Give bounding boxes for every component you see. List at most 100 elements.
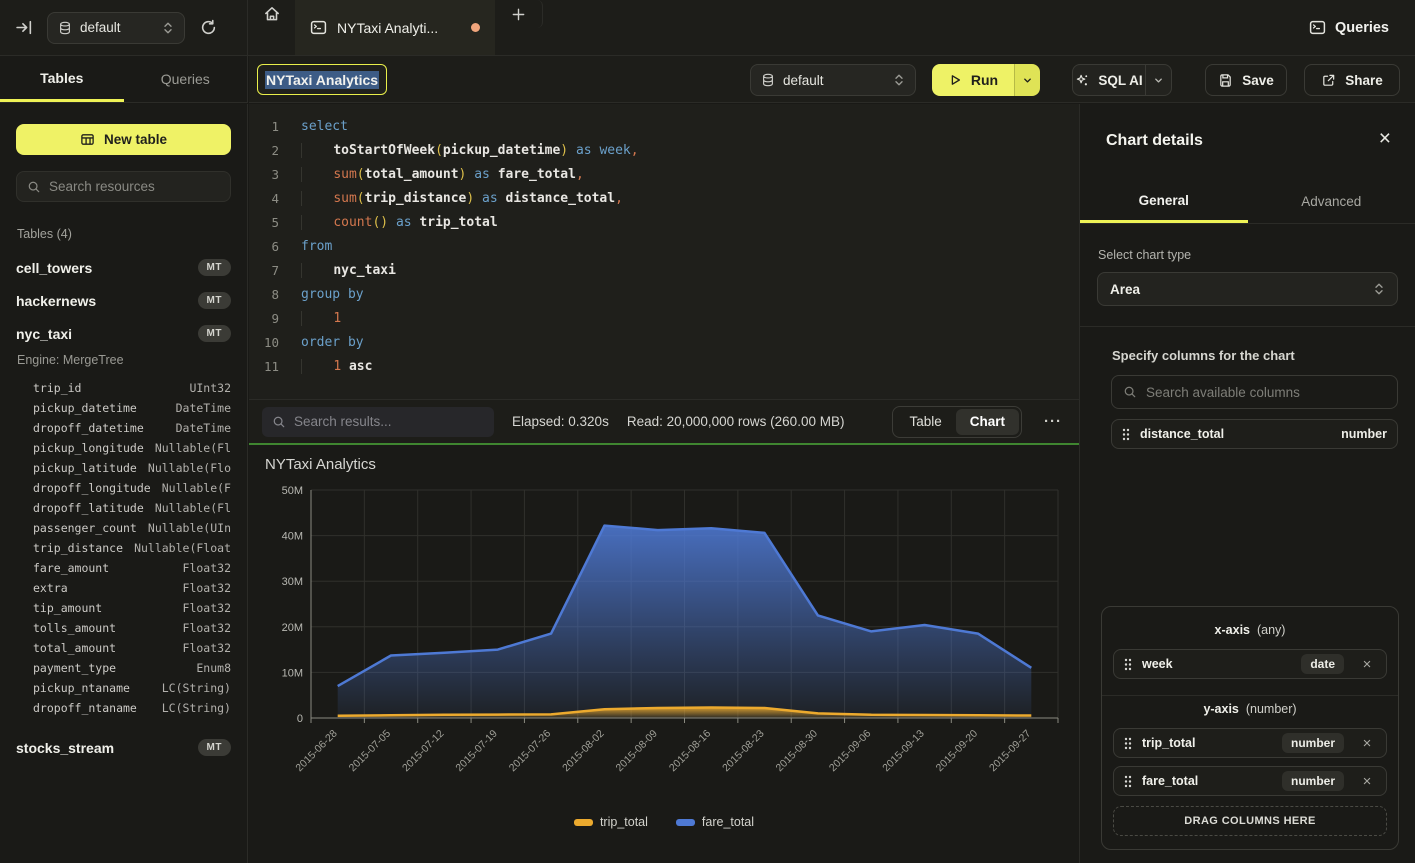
axes-config-box: x-axis (any) week date × y-axis (number)…: [1101, 606, 1399, 850]
line-number: 6: [249, 235, 279, 259]
query-database-selector[interactable]: default: [750, 64, 916, 96]
new-tab-button[interactable]: [495, 0, 543, 28]
column-type: Nullable(UIn: [148, 521, 231, 535]
svg-text:2015-09-06: 2015-09-06: [827, 728, 874, 775]
editor-line[interactable]: 5 count() as trip_total: [249, 211, 1079, 235]
close-icon[interactable]: ×: [1379, 128, 1391, 149]
table-row-stocks-stream[interactable]: stocks_stream MT: [0, 731, 247, 764]
queries-button-label: Queries: [1335, 20, 1389, 36]
remove-icon[interactable]: ×: [1358, 735, 1376, 752]
sql-editor[interactable]: 1select2 toStartOfWeek(pickup_datetime) …: [249, 104, 1079, 399]
column-row[interactable]: dropoff_ntanameLC(String): [33, 698, 231, 718]
tab-strip: NYTaxi Analyti... Queries: [249, 0, 1415, 55]
editor-line[interactable]: 1select: [249, 115, 1079, 139]
query-tab-label: NYTaxi Analyti...: [337, 20, 438, 36]
home-button[interactable]: [249, 0, 295, 28]
query-title-input[interactable]: NYTaxi Analytics: [257, 64, 387, 95]
more-options-button[interactable]: ···: [1040, 413, 1066, 430]
share-button[interactable]: Share: [1304, 64, 1400, 96]
editor-line[interactable]: 3 sum(total_amount) as fare_total,: [249, 163, 1079, 187]
column-row[interactable]: dropoff_datetimeDateTime: [33, 418, 231, 438]
results-search-input[interactable]: Search results...: [262, 407, 494, 437]
new-table-button[interactable]: New table: [16, 124, 231, 155]
column-row[interactable]: pickup_latitudeNullable(Flo: [33, 458, 231, 478]
drag-handle-icon[interactable]: [1124, 658, 1132, 671]
svg-text:2015-07-05: 2015-07-05: [347, 728, 394, 775]
table-row-cell-towers[interactable]: cell_towers MT: [0, 251, 247, 284]
sql-ai-button[interactable]: SQL AI: [1073, 73, 1145, 88]
table-row-nyc-taxi[interactable]: nyc_taxi MT: [0, 317, 247, 350]
line-number: 3: [249, 163, 279, 187]
tab-advanced[interactable]: Advanced: [1248, 180, 1415, 223]
toggle-chart[interactable]: Chart: [956, 409, 1019, 435]
column-row[interactable]: pickup_datetimeDateTime: [33, 398, 231, 418]
column-chip-name: trip_total: [1142, 736, 1195, 750]
editor-line[interactable]: 7 nyc_taxi: [249, 259, 1079, 283]
sql-ai-label: SQL AI: [1098, 73, 1142, 88]
column-row[interactable]: payment_typeEnum8: [33, 658, 231, 678]
collapse-sidebar-button[interactable]: [10, 14, 38, 42]
column-row[interactable]: pickup_ntanameLC(String): [33, 678, 231, 698]
legend-item-fare_total[interactable]: fare_total: [676, 815, 754, 829]
drag-handle-icon[interactable]: [1124, 775, 1132, 788]
query-toolbar: NYTaxi Analytics default Run SQL AI: [249, 56, 1415, 103]
run-options-button[interactable]: [1014, 64, 1040, 96]
editor-line[interactable]: 6from: [249, 235, 1079, 259]
sidebar-search-input[interactable]: Search resources: [16, 171, 231, 202]
column-row[interactable]: pickup_longitudeNullable(Fl: [33, 438, 231, 458]
drag-columns-dropzone[interactable]: DRAG COLUMNS HERE: [1113, 806, 1387, 836]
editor-line[interactable]: 8group by: [249, 283, 1079, 307]
tab-general[interactable]: General: [1080, 180, 1248, 223]
sidebar-tab-queries[interactable]: Queries: [124, 56, 248, 102]
chart-legend: trip_total fare_total: [249, 815, 1079, 829]
svg-text:2015-07-26: 2015-07-26: [507, 728, 554, 775]
column-row[interactable]: dropoff_latitudeNullable(Fl: [33, 498, 231, 518]
drag-handle-icon[interactable]: [1122, 428, 1130, 441]
editor-line[interactable]: 9 1: [249, 307, 1079, 331]
remove-icon[interactable]: ×: [1358, 656, 1376, 673]
play-icon: [948, 73, 962, 87]
column-row[interactable]: passenger_count Nullable(UIn: [33, 518, 231, 538]
queries-button[interactable]: Queries: [1309, 0, 1389, 55]
sidebar-tab-tables[interactable]: Tables: [0, 56, 124, 102]
remove-icon[interactable]: ×: [1358, 773, 1376, 790]
svg-text:2015-08-09: 2015-08-09: [613, 728, 660, 775]
refresh-button[interactable]: [194, 14, 222, 42]
editor-line[interactable]: 4 sum(trip_distance) as distance_total,: [249, 187, 1079, 211]
database-selector[interactable]: default: [47, 12, 185, 44]
column-row[interactable]: fare_amountFloat32: [33, 558, 231, 578]
toggle-table[interactable]: Table: [895, 409, 955, 435]
svg-text:2015-07-19: 2015-07-19: [453, 728, 500, 775]
column-row[interactable]: total_amountFloat32: [33, 638, 231, 658]
save-button[interactable]: Save: [1205, 64, 1287, 96]
sql-ai-button-group: SQL AI: [1072, 64, 1172, 96]
editor-line[interactable]: 10order by: [249, 331, 1079, 355]
y-axis-chip-fare-total[interactable]: fare_total number ×: [1113, 766, 1387, 796]
columns-search-input[interactable]: Search available columns: [1111, 375, 1398, 409]
query-tab[interactable]: NYTaxi Analyti...: [295, 0, 495, 55]
column-row[interactable]: trip_idUInt32: [33, 378, 231, 398]
editor-line[interactable]: 11 1 asc: [249, 355, 1079, 379]
editor-line[interactable]: 2 toStartOfWeek(pickup_datetime) as week…: [249, 139, 1079, 163]
column-row[interactable]: tip_amountFloat32: [33, 598, 231, 618]
column-row[interactable]: extraFloat32: [33, 578, 231, 598]
column-list: trip_idUInt32pickup_datetimeDateTimedrop…: [0, 372, 247, 718]
column-name: dropoff_datetime: [33, 421, 144, 435]
y-axis-chip-trip-total[interactable]: trip_total number ×: [1113, 728, 1387, 758]
column-chip-name: fare_total: [1142, 774, 1198, 788]
sql-ai-options-button[interactable]: [1145, 65, 1171, 95]
column-row[interactable]: tolls_amountFloat32: [33, 618, 231, 638]
column-row[interactable]: dropoff_longitudeNullable(F: [33, 478, 231, 498]
column-name: passenger_count: [33, 521, 137, 535]
y-axis-header: y-axis (number): [1113, 702, 1387, 716]
terminal-icon: [310, 19, 327, 36]
x-axis-chip-week[interactable]: week date ×: [1113, 649, 1387, 679]
table-row-hackernews[interactable]: hackernews MT: [0, 284, 247, 317]
area-chart[interactable]: 010M20M30M40M50M2015-06-282015-07-052015…: [249, 445, 1079, 785]
chart-type-select[interactable]: Area: [1097, 272, 1398, 306]
drag-handle-icon[interactable]: [1124, 737, 1132, 750]
legend-item-trip_total[interactable]: trip_total: [574, 815, 648, 829]
available-column-chip[interactable]: distance_total number: [1111, 419, 1398, 449]
column-row[interactable]: trip_distanceNullable(Float: [33, 538, 231, 558]
run-button[interactable]: Run: [932, 64, 1014, 96]
